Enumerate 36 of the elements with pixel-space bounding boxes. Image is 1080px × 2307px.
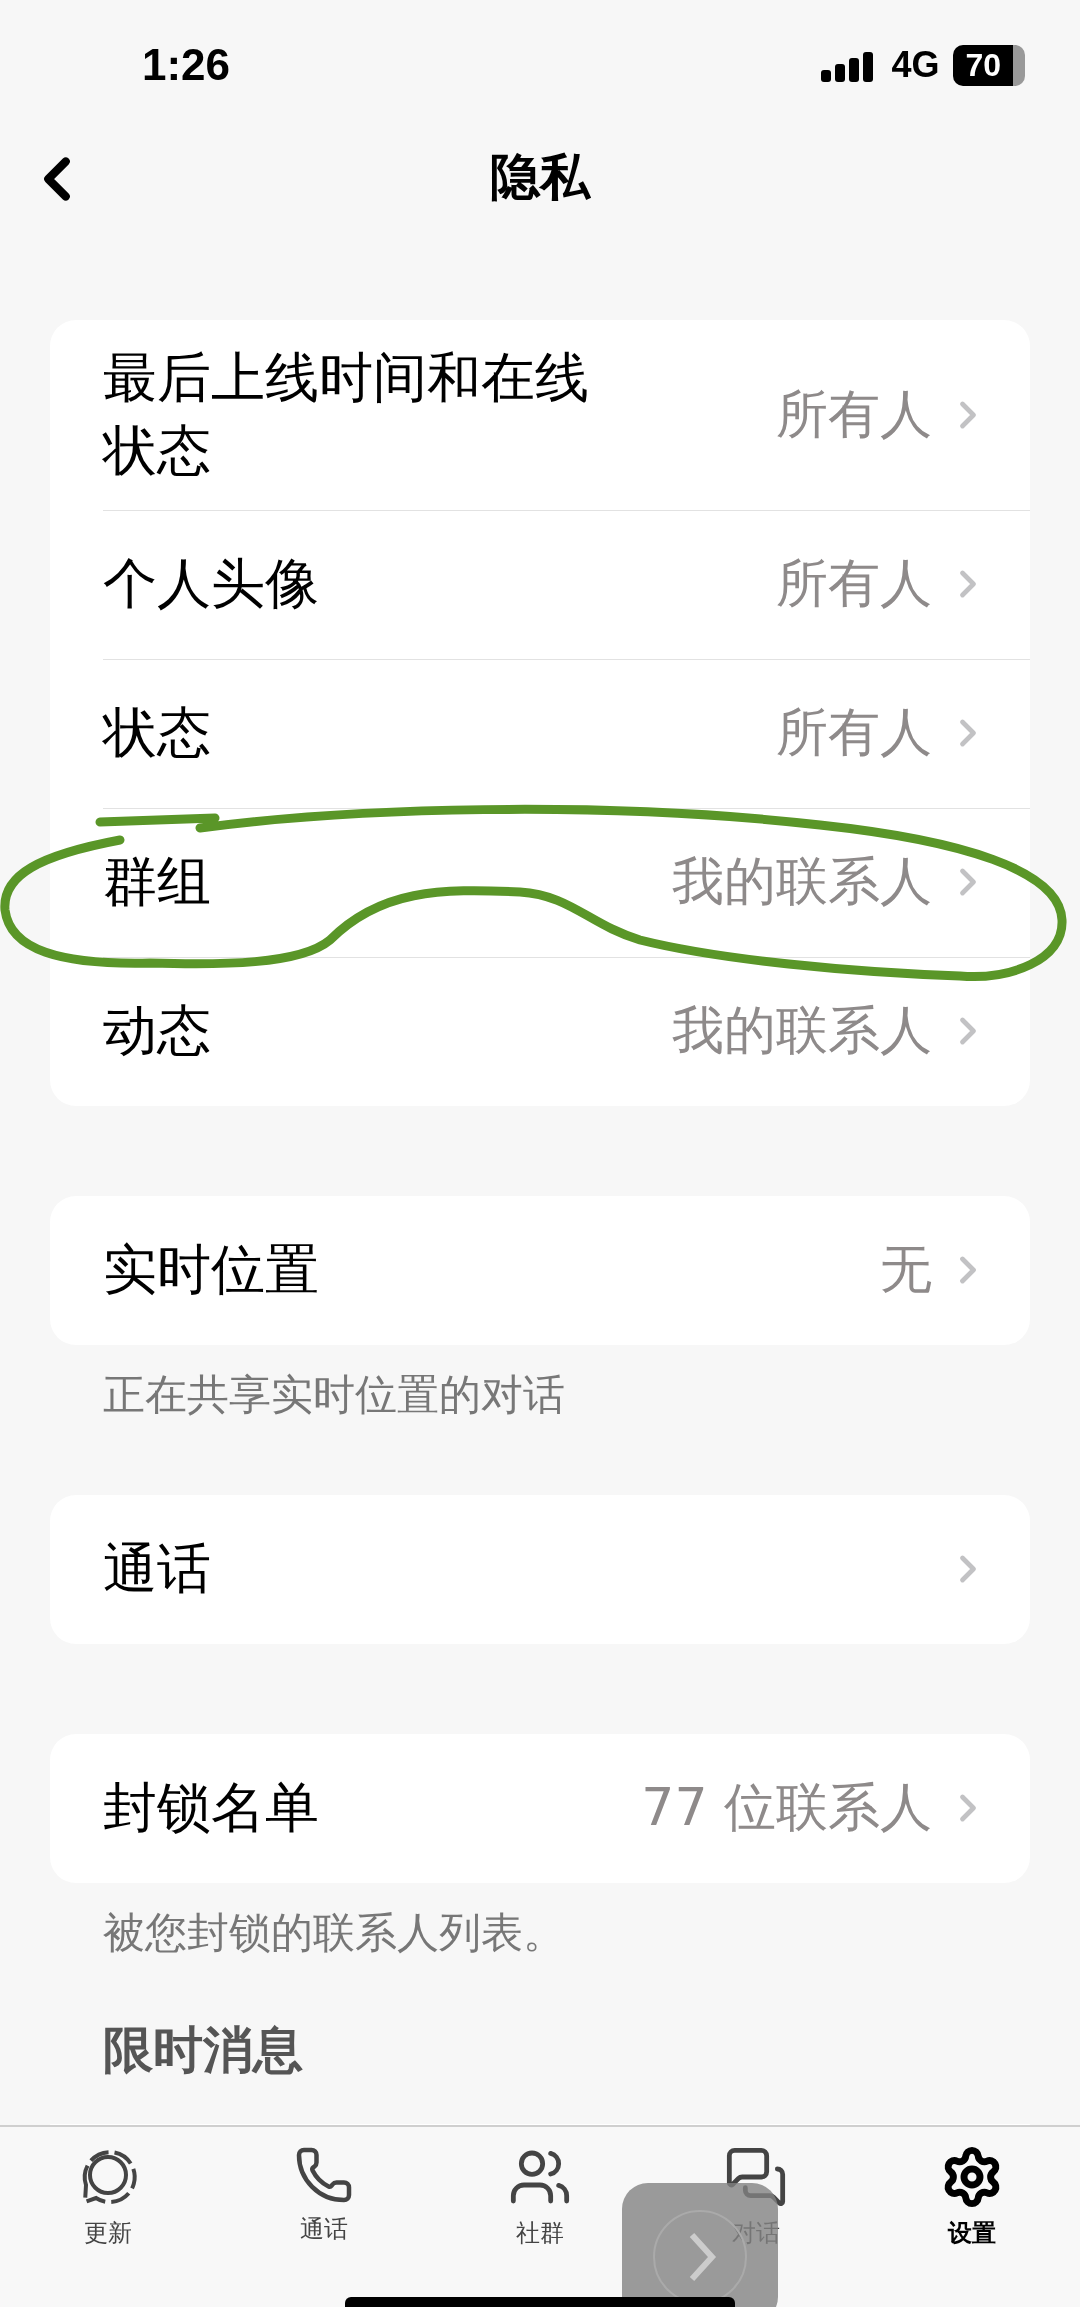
settings-row[interactable]: 动态 我的联系人 bbox=[50, 956, 1030, 1106]
tab-item[interactable]: 通话 bbox=[294, 2145, 354, 2245]
row-value: 所有人 bbox=[776, 552, 932, 616]
row-label: 动态 bbox=[103, 997, 211, 1064]
row-label: 通话 bbox=[103, 1535, 211, 1602]
settings-row[interactable]: 通话 bbox=[50, 1494, 1030, 1644]
row-value: 我的联系人 bbox=[672, 850, 932, 914]
row-label: 最后上线时间和在线状态 bbox=[103, 345, 590, 484]
settings-row[interactable]: 状态 所有人 bbox=[50, 658, 1030, 808]
status-time: 1:26 bbox=[142, 40, 231, 90]
network-label: 4G bbox=[891, 44, 940, 86]
row-label: 实时位置 bbox=[103, 1236, 319, 1303]
row-label: 个人头像 bbox=[103, 550, 319, 617]
row-value: 我的联系人 bbox=[672, 999, 932, 1063]
assistive-touch-menu[interactable] bbox=[622, 2183, 778, 2307]
settings-row[interactable]: 实时位置 无 bbox=[50, 1195, 1030, 1345]
row-value: 所有人 bbox=[776, 701, 932, 765]
settings-row[interactable]: 封锁名单 77 位联系人 bbox=[50, 1733, 1030, 1883]
page-title: 隐私 bbox=[490, 147, 590, 208]
row-value: 77 位联系人 bbox=[641, 1776, 932, 1840]
tab-item[interactable]: 设置 bbox=[940, 2145, 1004, 2249]
settings-row[interactable]: 个人头像 所有人 bbox=[50, 509, 1030, 659]
battery-level: 70 bbox=[953, 44, 1025, 86]
tab-item[interactable]: 更新 bbox=[76, 2145, 140, 2249]
row-label: 群组 bbox=[103, 848, 211, 915]
row-label: 状态 bbox=[103, 699, 211, 766]
phone-icon bbox=[294, 2145, 354, 2205]
row-label: 封锁名单 bbox=[103, 1774, 319, 1841]
settings-row[interactable]: 最后上线时间和在线状态 所有人 bbox=[50, 320, 1030, 510]
row-value: 所有人 bbox=[776, 382, 932, 446]
section-footer: 正在共享实时位置的对话 bbox=[50, 1344, 1030, 1423]
tab-item[interactable]: 社群 bbox=[508, 2145, 572, 2249]
section-footer: 被您封锁的联系人列表。 bbox=[50, 1882, 1030, 1961]
row-value: 无 bbox=[880, 1238, 932, 1302]
section-header: 限时消息 bbox=[102, 2019, 304, 2081]
settings-row[interactable]: 群组 我的联系人 bbox=[50, 807, 1030, 957]
